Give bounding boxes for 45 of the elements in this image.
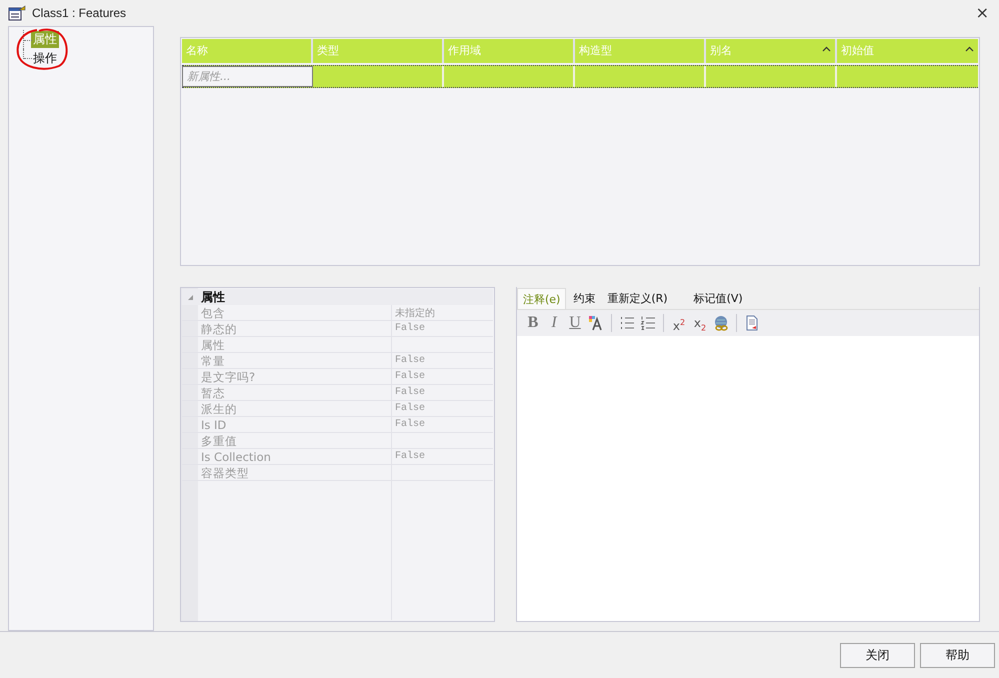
new-attribute-row[interactable]: 新属性... [182,65,978,88]
property-name: 多重值 [201,434,237,448]
property-value: False [395,451,426,462]
property-name: 包含 [201,306,225,320]
group-label: 属性 [201,288,225,306]
property-value: False [395,371,426,382]
class-icon [8,5,26,21]
font-color-icon[interactable] [588,315,604,331]
tab[interactable]: 注释(e) [517,288,566,309]
format-button[interactable]: x$^{2}$ [671,314,687,332]
tree-item[interactable]: 操作 [31,50,59,67]
sort-caret-icon[interactable] [965,46,974,52]
tab[interactable]: 标记值(V) [688,288,748,309]
document-icon[interactable] [744,315,760,331]
property-name: 静态的 [201,322,237,336]
window-title: Class1 : Features [32,6,126,20]
property-name: 常量 [201,354,225,368]
dialog-button[interactable]: 帮助 [920,642,995,668]
property-name: 暂态 [201,386,225,400]
dialog-button[interactable]: 关闭 [840,642,915,668]
property-value: False [395,403,426,414]
tree-item[interactable]: 属性 [31,31,59,48]
globe-link-icon[interactable] [713,315,729,331]
property-name: Is ID [201,418,226,432]
property-value: False [395,387,426,398]
sort-caret-icon[interactable] [822,46,831,52]
property-name: 是文字吗? [201,370,256,384]
format-button[interactable]: U [567,314,583,332]
bullet-list-icon[interactable] [619,315,635,331]
property-name: Is Collection [201,450,271,464]
format-button[interactable]: I [546,314,562,332]
property-name: 容器类型 [201,466,249,480]
tab[interactable]: 约束 [568,288,600,309]
property-value: False [395,323,426,334]
format-button[interactable]: B [525,314,541,332]
property-name: 派生的 [201,402,237,416]
input-field[interactable]: 新属性... [182,66,313,87]
property-name: 属性 [201,338,225,352]
tab[interactable]: 重新定义(R) [602,288,673,309]
format-button[interactable]: x$_{2}$ [692,314,708,332]
property-value: 未指定的 [395,306,435,320]
property-value: False [395,419,426,430]
property-value: False [395,355,426,366]
close-button[interactable]: × [974,5,991,21]
numbered-list-icon[interactable] [640,315,656,331]
